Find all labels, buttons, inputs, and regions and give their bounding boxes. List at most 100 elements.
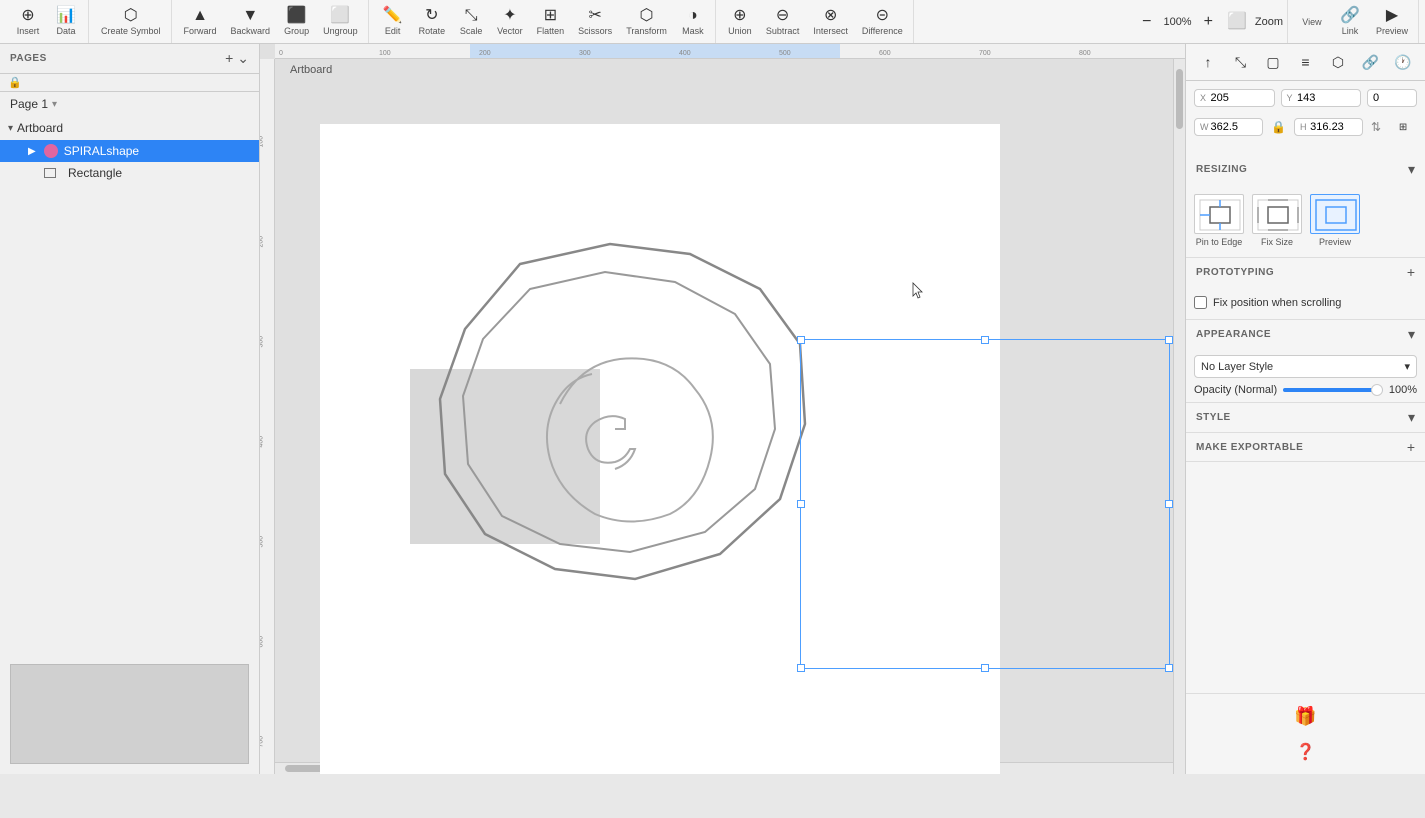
make-exportable-add-icon[interactable]: + — [1407, 439, 1415, 455]
rp-clock-icon[interactable]: 🕐 — [1389, 48, 1417, 76]
handle-top-right[interactable] — [1165, 336, 1173, 344]
mask-label: Mask — [682, 26, 704, 36]
preview-button[interactable]: ▶ Preview — [1370, 5, 1414, 39]
zoom-in-button[interactable]: + — [1198, 11, 1219, 33]
resizing-title: RESIZING — [1196, 164, 1247, 175]
zoom-menu-button[interactable]: ⬜ — [1221, 11, 1253, 33]
data-button[interactable]: 📊 Data — [48, 5, 84, 39]
x-input[interactable] — [1210, 92, 1268, 104]
fix-size-label: Fix Size — [1261, 237, 1293, 247]
layer-rectangle[interactable]: Rectangle — [0, 162, 259, 184]
edit-button[interactable]: ✏️ Edit — [375, 5, 411, 39]
gift-icon[interactable]: 🎁 — [1292, 702, 1320, 730]
transform-button[interactable]: ⬡ Transform — [620, 5, 673, 39]
create-symbol-button[interactable]: ⬡ Create Symbol — [95, 5, 167, 39]
union-button[interactable]: ⊕ Union — [722, 5, 758, 39]
artboard-canvas[interactable] — [320, 124, 1000, 774]
opacity-thumb[interactable] — [1371, 384, 1383, 396]
resizing-header[interactable]: RESIZING ▾ — [1186, 155, 1425, 184]
fix-position-checkbox-row: Fix position when scrolling — [1194, 292, 1417, 313]
difference-button[interactable]: ⊝ Difference — [856, 5, 909, 39]
w-input[interactable] — [1211, 121, 1258, 133]
make-exportable-header[interactable]: MAKE EXPORTABLE + — [1186, 433, 1425, 461]
rp-proto-icon[interactable]: 🔗 — [1357, 48, 1385, 76]
y-input[interactable] — [1297, 92, 1355, 104]
angle-field[interactable] — [1367, 89, 1417, 107]
left-thumbnail — [10, 664, 249, 764]
h-input[interactable] — [1310, 121, 1357, 133]
resizing-collapse-icon[interactable]: ▾ — [1408, 161, 1415, 178]
scrollbar-thumb-v[interactable] — [1176, 69, 1183, 129]
angle-input[interactable] — [1373, 92, 1411, 104]
opacity-slider[interactable] — [1283, 388, 1383, 392]
scale-label: Scale — [460, 26, 483, 36]
layer-spiral[interactable]: ▶ SPIRALshape — [0, 140, 259, 162]
y-field[interactable]: Y — [1281, 89, 1362, 107]
preview-icon: ▶ — [1386, 8, 1398, 24]
handle-mid-right[interactable] — [1165, 500, 1173, 508]
scale-button[interactable]: ⤡ Scale — [453, 5, 489, 39]
appearance-content: No Layer Style ▾ Opacity (Normal) 100% — [1186, 349, 1425, 402]
flatten-button[interactable]: ⊞ Flatten — [531, 5, 571, 39]
rp-resize-icon[interactable]: ⤡ — [1227, 48, 1255, 76]
difference-icon: ⊝ — [876, 8, 889, 24]
lock-aspect-icon[interactable]: 🔒 — [1269, 120, 1288, 134]
forward-button[interactable]: ▲ Forward — [178, 5, 223, 39]
ruler-left-500: 500 — [260, 536, 265, 548]
fix-size-box — [1252, 194, 1302, 234]
zoom-out-button[interactable]: − — [1136, 11, 1157, 33]
fix-position-label[interactable]: Fix position when scrolling — [1213, 297, 1341, 309]
handle-bot-right[interactable] — [1165, 664, 1173, 672]
ungroup-button[interactable]: ⬜ Ungroup — [317, 5, 364, 39]
appearance-header[interactable]: APPEARANCE ▾ — [1186, 320, 1425, 349]
view-button[interactable]: View — [1294, 14, 1330, 30]
page-item[interactable]: Page 1 ▾ — [0, 92, 259, 116]
style-header[interactable]: STYLE ▾ — [1186, 403, 1425, 432]
w-field[interactable]: W — [1194, 118, 1263, 136]
rp-align-icon[interactable]: ≡ — [1292, 48, 1320, 76]
symbol-group: ⬡ Create Symbol — [91, 0, 172, 43]
rp-screen-icon[interactable]: ▢ — [1259, 48, 1287, 76]
mask-button[interactable]: ◑ Mask — [675, 5, 711, 39]
backward-button[interactable]: ▼ Backward — [225, 5, 277, 39]
add-page-button[interactable]: + — [225, 50, 233, 67]
vector-button[interactable]: ✦ Vector — [491, 5, 529, 39]
create-symbol-label: Create Symbol — [101, 26, 161, 36]
h-field[interactable]: H — [1294, 118, 1363, 136]
group-button[interactable]: ⬛ Group — [278, 5, 315, 39]
scissors-button[interactable]: ✂ Scissors — [572, 5, 618, 39]
vertical-scrollbar[interactable] — [1173, 59, 1185, 774]
rp-style-icon[interactable]: ⬡ — [1324, 48, 1352, 76]
appearance-collapse-icon[interactable]: ▾ — [1408, 326, 1415, 343]
pin-to-edge-option[interactable]: Pin to Edge — [1194, 194, 1244, 247]
page-item-dropdown[interactable]: ▾ — [52, 99, 57, 110]
main-layout: PAGES + ⌄ 🔒 Page 1 ▾ ▾ Artboard ▶ — [0, 44, 1425, 774]
rotate-button[interactable]: ↻ Rotate — [413, 5, 452, 39]
intersect-button[interactable]: ⊗ Intersect — [807, 5, 854, 39]
edit-group: ✏️ Edit ↻ Rotate ⤡ Scale ✦ Vector ⊞ Flat… — [371, 0, 716, 43]
help-icon[interactable]: ❓ — [1292, 738, 1320, 766]
ungroup-icon: ⬜ — [330, 8, 350, 24]
prototyping-add-icon[interactable]: + — [1407, 264, 1415, 280]
x-field[interactable]: X — [1194, 89, 1275, 107]
h-options-icon[interactable]: ⇅ — [1369, 120, 1383, 134]
link-button[interactable]: 🔗 Link — [1332, 5, 1368, 39]
pages-menu-button[interactable]: ⌄ — [237, 50, 249, 67]
preview-resize-option[interactable]: Preview — [1310, 194, 1360, 247]
prototyping-header[interactable]: PROTOTYPING + — [1186, 258, 1425, 286]
layer-style-select[interactable]: No Layer Style ▾ — [1194, 355, 1417, 378]
wh-extra-icon[interactable]: ⊞ — [1389, 113, 1417, 141]
insert-button[interactable]: ⊕ Insert — [10, 5, 46, 39]
rp-export-icon[interactable]: ↑ — [1194, 48, 1222, 76]
layer-artboard-item[interactable]: ▾ Artboard — [0, 116, 259, 140]
page-item-label: Page 1 — [10, 97, 48, 111]
link-icon: 🔗 — [1340, 8, 1360, 24]
style-collapse-icon[interactable]: ▾ — [1408, 409, 1415, 426]
fix-position-checkbox[interactable] — [1194, 296, 1207, 309]
opacity-row: Opacity (Normal) 100% — [1194, 384, 1417, 396]
backward-label: Backward — [231, 26, 271, 36]
canvas-area[interactable]: 0 100 200 300 400 500 600 700 800 100 20… — [260, 44, 1185, 774]
fix-size-option[interactable]: Fix Size — [1252, 194, 1302, 247]
subtract-button[interactable]: ⊖ Subtract — [760, 5, 806, 39]
scissors-label: Scissors — [578, 26, 612, 36]
